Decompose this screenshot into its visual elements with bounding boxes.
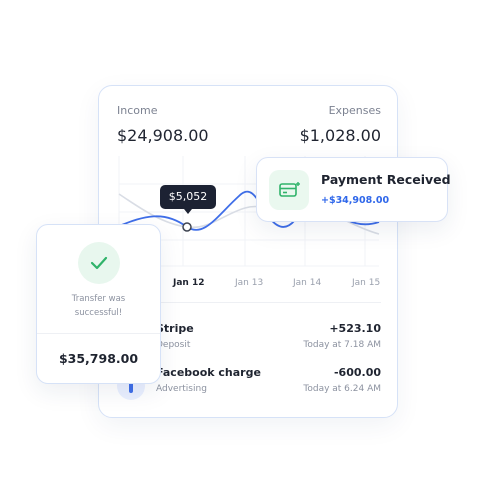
payment-title: Payment Received (321, 172, 451, 187)
transfer-success-card: Transfer was successful! $35,798.00 (36, 224, 161, 384)
payment-received-card: Payment Received +$34,908.00 (256, 157, 451, 222)
date-jan-15[interactable]: Jan 15 (352, 278, 380, 288)
transaction-amount: -600.00 (333, 366, 381, 379)
card-icon (269, 170, 309, 210)
transaction-type: Deposit (156, 340, 191, 350)
check-icon (78, 242, 120, 284)
payment-amount: +$34,908.00 (321, 195, 390, 206)
expenses-label: Expenses (328, 104, 381, 117)
transfer-amount: $35,798.00 (58, 351, 139, 366)
date-jan-13[interactable]: Jan 13 (235, 278, 263, 288)
transaction-time: Today at 6.24 AM (303, 384, 381, 394)
date-jan-14[interactable]: Jan 14 (293, 278, 321, 288)
date-jan-12[interactable]: Jan 12 (173, 278, 205, 288)
expenses-value: $1,028.00 (299, 126, 381, 145)
transaction-amount: +523.10 (329, 322, 381, 335)
transaction-type: Advertising (156, 384, 207, 394)
income-label: Income (117, 104, 158, 117)
transaction-name: Facebook charge (156, 366, 261, 379)
transaction-time: Today at 7.18 AM (303, 340, 381, 350)
chart-tooltip: $5,052 (160, 185, 216, 214)
transfer-message: Transfer was successful! (71, 294, 126, 318)
income-value: $24,908.00 (117, 126, 209, 145)
transfer-divider (37, 333, 160, 334)
chart-divider (155, 302, 381, 303)
chart-highlight-point (182, 222, 192, 232)
transaction-name: Stripe (156, 322, 194, 335)
